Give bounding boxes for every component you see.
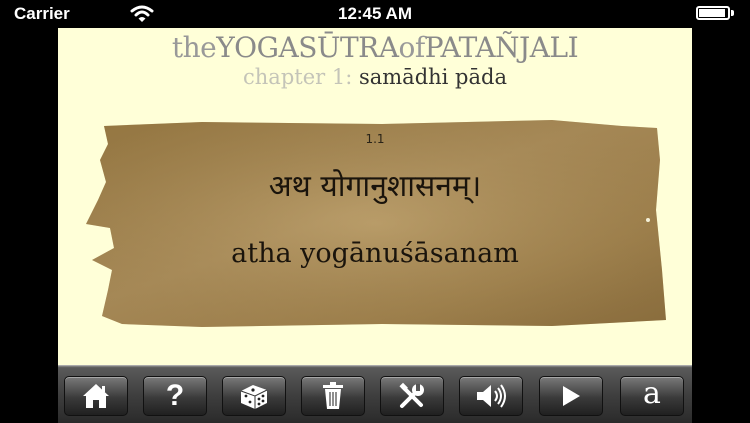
chapter-label: chapter 1: — [243, 65, 353, 89]
battery-icon — [696, 6, 736, 22]
clock: 12:45 AM — [337, 4, 412, 23]
title-the: the — [171, 31, 217, 64]
sanskrit-devanagari: अथ योगानुशासनम्। — [268, 169, 482, 204]
help-icon: ? — [165, 379, 185, 412]
chapter-name: samādhi pāda — [358, 65, 507, 89]
dice-icon — [237, 381, 271, 411]
settings-button[interactable] — [380, 376, 444, 416]
sanskrit-transliteration: atha yogānuśāsanam — [231, 238, 519, 269]
audio-button[interactable] — [459, 376, 523, 416]
font-button[interactable]: a — [620, 376, 684, 416]
title-patanjali: PATAÑJALI — [424, 31, 579, 64]
app-title: theYOGASŪTRAofPATAÑJALI — [58, 31, 692, 64]
status-bar: Carrier 12:45 AM — [0, 0, 750, 28]
chapter-heading: chapter 1: samādhi pāda — [58, 65, 692, 89]
sutra-view: theYOGASŪTRAofPATAÑJALI chapter 1: samād… — [58, 28, 692, 365]
parchment-image — [86, 120, 666, 327]
home-icon — [81, 382, 111, 410]
help-button[interactable]: ? — [143, 376, 207, 416]
play-icon — [560, 384, 582, 408]
font-icon: a — [643, 376, 661, 411]
title-of: of — [398, 31, 425, 64]
title-yoga: YOGA — [216, 31, 299, 64]
verse-number: 1.1 — [365, 132, 385, 146]
trash-icon — [321, 382, 345, 410]
home-button[interactable] — [64, 376, 128, 416]
tools-icon — [397, 381, 427, 411]
play-button[interactable] — [539, 376, 603, 416]
bottom-toolbar: ? a — [58, 365, 692, 423]
delete-button[interactable] — [301, 376, 365, 416]
title-sutra: SŪTRA — [298, 31, 399, 64]
speaker-icon — [475, 382, 507, 410]
random-verse-button[interactable] — [222, 376, 286, 416]
